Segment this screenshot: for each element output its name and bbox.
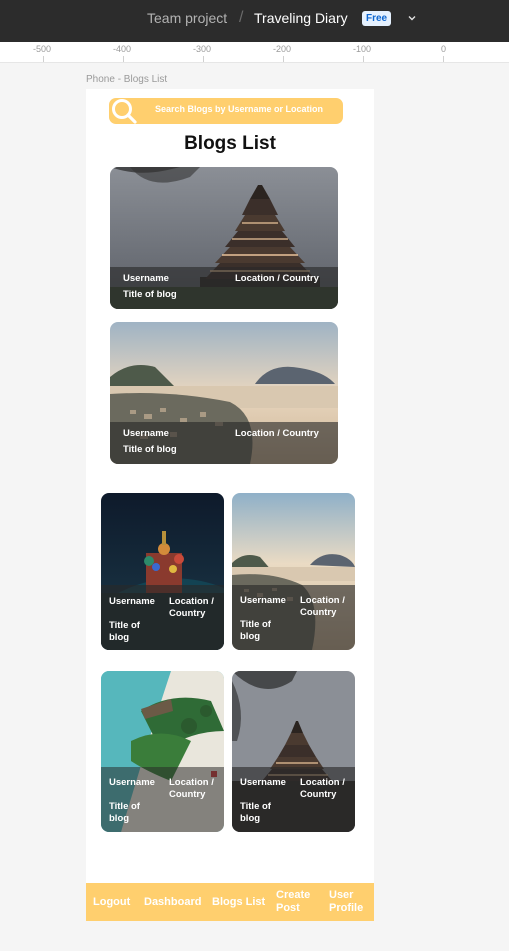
card-username: Username	[123, 273, 169, 284]
card-location: Location / Country	[169, 596, 214, 619]
nav-user-profile[interactable]: User Profile	[329, 889, 369, 915]
blog-card[interactable]: Username Location / Country Title of blo…	[101, 671, 224, 832]
blog-card[interactable]: Username Title of blog Location / Countr…	[110, 167, 338, 309]
card-username: Username	[123, 428, 169, 439]
card-title: Title of blog	[240, 801, 271, 824]
card-location: Location / Country	[300, 595, 345, 618]
frame-label[interactable]: Phone - Blogs List	[86, 74, 167, 85]
card-location: Location / Country	[235, 273, 319, 284]
card-title: Title of blog	[240, 619, 271, 642]
card-username: Username	[240, 595, 286, 606]
blog-card[interactable]: Username Title of blog Location / Countr…	[110, 322, 338, 464]
ruler-tick-label: -500	[33, 44, 52, 54]
card-username: Username	[109, 777, 155, 788]
ruler-tick-label: -300	[193, 44, 212, 54]
search-icon	[112, 99, 137, 124]
nav-blogs-list[interactable]: Blogs List	[212, 896, 265, 909]
blog-card[interactable]: Username Location / Country Title of blo…	[232, 493, 355, 650]
nav-dashboard[interactable]: Dashboard	[144, 896, 201, 909]
phone-frame: Search Blogs by Username or Location Blo…	[86, 89, 374, 921]
blog-card[interactable]: Username Location / Country Title of blo…	[101, 493, 224, 650]
ruler-tick-label: -100	[353, 44, 372, 54]
search-bar[interactable]: Search Blogs by Username or Location	[109, 98, 343, 124]
page-title: Blogs List	[184, 133, 276, 154]
ruler-tick-mark	[123, 56, 124, 62]
ruler-tick-mark	[363, 56, 364, 62]
nav-logout[interactable]: Logout	[93, 896, 130, 909]
search-placeholder[interactable]: Search Blogs by Username or Location	[155, 104, 323, 114]
chevron-down-icon[interactable]	[407, 13, 417, 23]
card-title: Title of blog	[123, 444, 177, 455]
card-location: Location / Country	[300, 777, 345, 800]
nav-create-post[interactable]: Create Post	[276, 889, 320, 915]
card-title: Title of blog	[123, 289, 177, 300]
ruler-tick-mark	[43, 56, 44, 62]
card-username: Username	[109, 596, 155, 607]
breadcrumb-separator: /	[239, 9, 244, 26]
ruler-tick-label: -400	[113, 44, 132, 54]
ruler-tick-label: -200	[273, 44, 292, 54]
plan-badge[interactable]: Free	[362, 11, 392, 26]
horizontal-ruler: -500 -400 -300 -200 -100 0	[0, 42, 509, 63]
blog-card[interactable]: Username Location / Country Title of blo…	[232, 671, 355, 832]
card-title: Title of blog	[109, 801, 140, 824]
editor-topbar: Team project / Traveling Diary Free	[0, 0, 509, 42]
ruler-tick-mark	[203, 56, 204, 62]
card-username: Username	[240, 777, 286, 788]
bottom-nav: Logout Dashboard Blogs List Create Post …	[86, 883, 374, 921]
breadcrumb-file-name[interactable]: Traveling Diary	[254, 10, 348, 26]
ruler-tick-label: 0	[441, 44, 447, 54]
ruler-tick-mark	[283, 56, 284, 62]
card-title: Title of blog	[109, 620, 140, 643]
ruler-tick-mark	[443, 56, 444, 62]
card-location: Location / Country	[169, 777, 214, 800]
card-location: Location / Country	[235, 428, 319, 439]
breadcrumb-team[interactable]: Team project	[147, 10, 227, 26]
